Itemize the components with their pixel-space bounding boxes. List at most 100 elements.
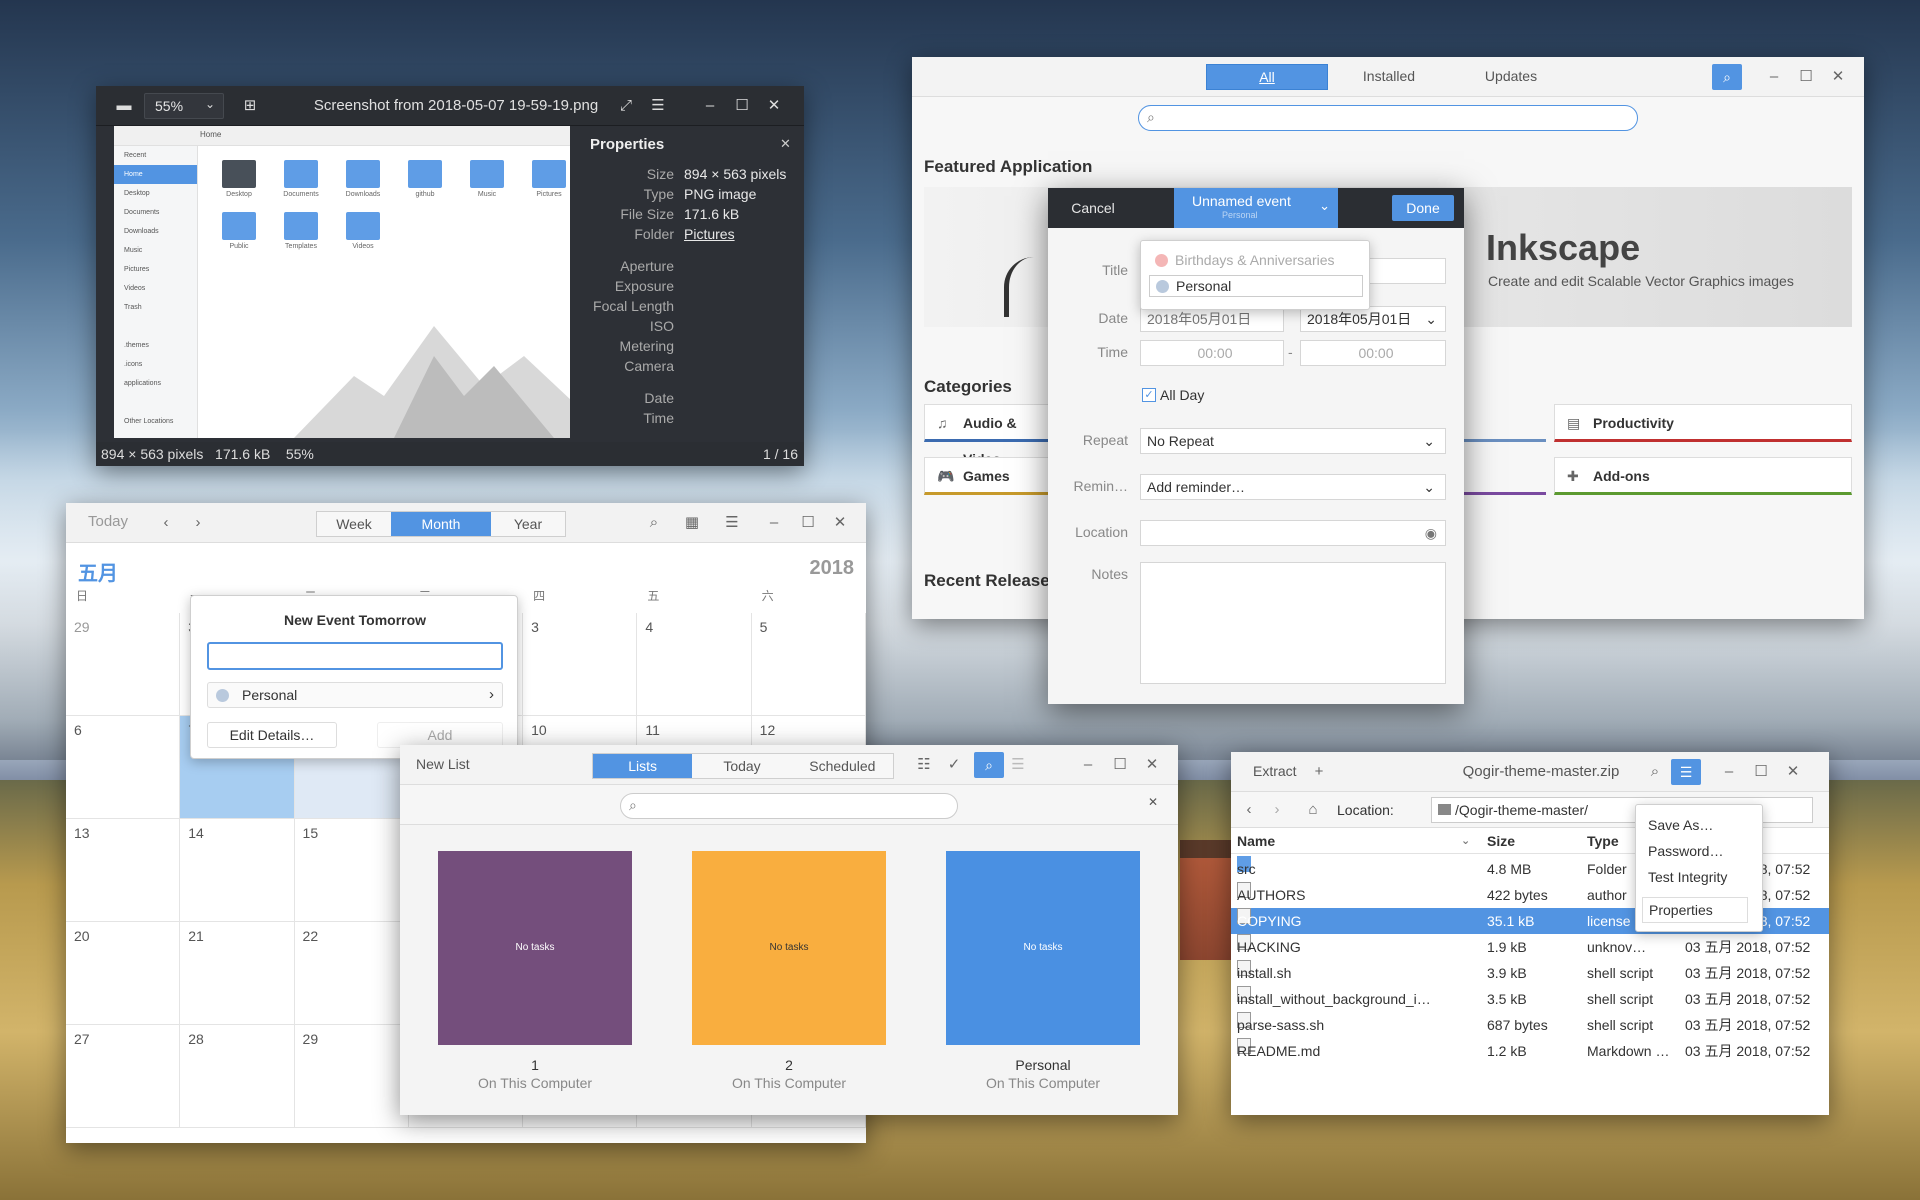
repeat-select[interactable]: No Repeat ⌄: [1140, 428, 1446, 454]
edit-details-button[interactable]: Edit Details…: [207, 722, 337, 748]
tab-installed[interactable]: Installed: [1328, 64, 1450, 90]
start-time-field[interactable]: 00:00: [1140, 340, 1284, 366]
tab-scheduled[interactable]: Scheduled: [792, 754, 893, 778]
day-cell[interactable]: 15: [294, 819, 409, 922]
zoom-select[interactable]: 55% ⌄: [144, 93, 224, 119]
calendar-menu-button[interactable]: Unnamed event Personal ⌄: [1174, 188, 1338, 228]
view-tab-month[interactable]: Month: [391, 512, 491, 536]
close-properties-icon[interactable]: ✕: [780, 136, 791, 152]
close-icon[interactable]: ✕: [1828, 67, 1848, 87]
menu-icon[interactable]: ☰: [722, 513, 742, 533]
cancel-button[interactable]: Cancel: [1058, 195, 1128, 221]
day-cell[interactable]: 29: [66, 613, 181, 716]
zoom-in-icon[interactable]: ⊞: [240, 96, 260, 116]
search-icon[interactable]: ⌕: [1645, 762, 1665, 782]
end-time-field[interactable]: 00:00: [1300, 340, 1446, 366]
close-icon[interactable]: ✕: [764, 96, 784, 116]
category-audio-video[interactable]: ♫Audio & Video: [924, 404, 1052, 467]
view-tab-week[interactable]: Week: [317, 512, 391, 536]
prev-icon[interactable]: ‹: [156, 513, 176, 533]
calendar-option-personal[interactable]: Personal: [1149, 275, 1363, 297]
location-input[interactable]: ◉: [1140, 520, 1446, 546]
calendar-option-birthdays[interactable]: Birthdays & Anniversaries: [1149, 249, 1363, 271]
task-list-tile[interactable]: No tasks: [946, 851, 1140, 1045]
category-add-ons[interactable]: ✚ Add-ons: [1554, 457, 1852, 495]
minimize-icon[interactable]: –: [1719, 762, 1739, 782]
tab-lists[interactable]: Lists: [593, 754, 693, 778]
minimize-icon[interactable]: –: [1764, 67, 1784, 87]
minimize-icon[interactable]: –: [764, 513, 784, 533]
day-cell[interactable]: 22: [294, 922, 409, 1025]
search-toggle-icon[interactable]: ⌕: [1712, 64, 1742, 90]
file-row[interactable]: README.md 1.2 kB Markdown … 03 五月 2018, 07:…: [1231, 1038, 1829, 1064]
day-cell[interactable]: 5: [751, 613, 866, 716]
day-cell[interactable]: 4: [637, 613, 752, 716]
category-games[interactable]: 🎮 Games: [924, 457, 1052, 495]
tab-today[interactable]: Today: [692, 754, 791, 778]
task-list-tile[interactable]: No tasks: [438, 851, 632, 1045]
day-cell[interactable]: 21: [180, 922, 295, 1025]
file-row[interactable]: install_without_background_i… 3.5 kB shell…: [1231, 986, 1829, 1012]
maximize-icon[interactable]: ☐: [732, 96, 752, 116]
extract-button[interactable]: Extract: [1253, 763, 1297, 779]
maximize-icon[interactable]: ☐: [1796, 67, 1816, 87]
search-toggle-icon[interactable]: ⌕: [974, 752, 1004, 778]
search-input[interactable]: ⌕: [620, 793, 958, 819]
menu-password[interactable]: Password…: [1648, 843, 1723, 859]
fullscreen-icon[interactable]: ⤢: [616, 96, 636, 116]
menu-properties[interactable]: Properties: [1642, 897, 1748, 923]
maximize-icon[interactable]: ☐: [1110, 755, 1130, 775]
zoom-out-icon[interactable]: ▬: [114, 96, 134, 116]
next-icon[interactable]: ›: [188, 513, 208, 533]
list-view-icon[interactable]: ☷: [914, 755, 934, 775]
column-type[interactable]: Type: [1587, 828, 1619, 854]
day-cell[interactable]: 29: [294, 1025, 409, 1128]
menu-icon[interactable]: ☰: [1671, 759, 1701, 785]
menu-icon[interactable]: ☰: [648, 96, 668, 116]
close-search-icon[interactable]: ✕: [1148, 795, 1158, 809]
day-cell[interactable]: 6: [66, 716, 181, 819]
minimize-icon[interactable]: –: [1078, 755, 1098, 775]
tab-updates[interactable]: Updates: [1450, 64, 1572, 90]
column-size[interactable]: Size: [1487, 828, 1515, 854]
check-icon[interactable]: ✓: [944, 755, 964, 775]
category-productivity[interactable]: ▤ Productivity: [1554, 404, 1852, 442]
prop-value[interactable]: Pictures: [684, 226, 735, 242]
close-icon[interactable]: ✕: [1142, 755, 1162, 775]
new-list-button[interactable]: New List: [416, 756, 470, 772]
tab-all[interactable]: All: [1206, 64, 1328, 90]
minimize-icon[interactable]: –: [700, 96, 720, 116]
file-row[interactable]: HACKING 1.9 kB unknov… 03 五月 2018, 07:52: [1231, 934, 1829, 960]
day-cell[interactable]: 14: [180, 819, 295, 922]
reminder-select[interactable]: Add reminder… ⌄: [1140, 474, 1446, 500]
day-cell[interactable]: 27: [66, 1025, 181, 1128]
maximize-icon[interactable]: ☐: [1751, 762, 1771, 782]
maximize-icon[interactable]: ☐: [798, 513, 818, 533]
menu-test-integrity[interactable]: Test Integrity: [1648, 869, 1727, 885]
menu-icon[interactable]: ☰: [1008, 755, 1028, 775]
event-name-input[interactable]: [207, 642, 503, 670]
file-row[interactable]: parse-sass.sh 687 bytes shell script 03 五月 …: [1231, 1012, 1829, 1038]
close-icon[interactable]: ✕: [1783, 762, 1803, 782]
view-tab-year[interactable]: Year: [491, 512, 565, 536]
day-cell[interactable]: 3: [523, 613, 638, 716]
forward-icon[interactable]: ›: [1267, 800, 1287, 820]
menu-save-as[interactable]: Save As…: [1648, 817, 1713, 833]
done-button[interactable]: Done: [1392, 195, 1454, 221]
day-cell[interactable]: 13: [66, 819, 181, 922]
today-button[interactable]: Today: [88, 513, 128, 530]
search-input[interactable]: ⌕: [1138, 105, 1638, 131]
day-cell[interactable]: 20: [66, 922, 181, 1025]
home-icon[interactable]: ⌂: [1303, 800, 1323, 820]
search-icon[interactable]: ⌕: [644, 513, 664, 533]
close-icon[interactable]: ✕: [830, 513, 850, 533]
task-list-tile[interactable]: No tasks: [692, 851, 886, 1045]
location-pin-icon[interactable]: ◉: [1425, 521, 1437, 545]
calendar-selector[interactable]: Personal ›: [207, 682, 503, 708]
add-icon[interactable]: +: [1309, 762, 1329, 782]
notes-textarea[interactable]: [1140, 562, 1446, 684]
all-day-checkbox[interactable]: ✓: [1142, 388, 1156, 402]
back-icon[interactable]: ‹: [1239, 800, 1259, 820]
column-name[interactable]: Name: [1237, 828, 1275, 854]
calendar-icon[interactable]: ▦: [682, 513, 702, 533]
